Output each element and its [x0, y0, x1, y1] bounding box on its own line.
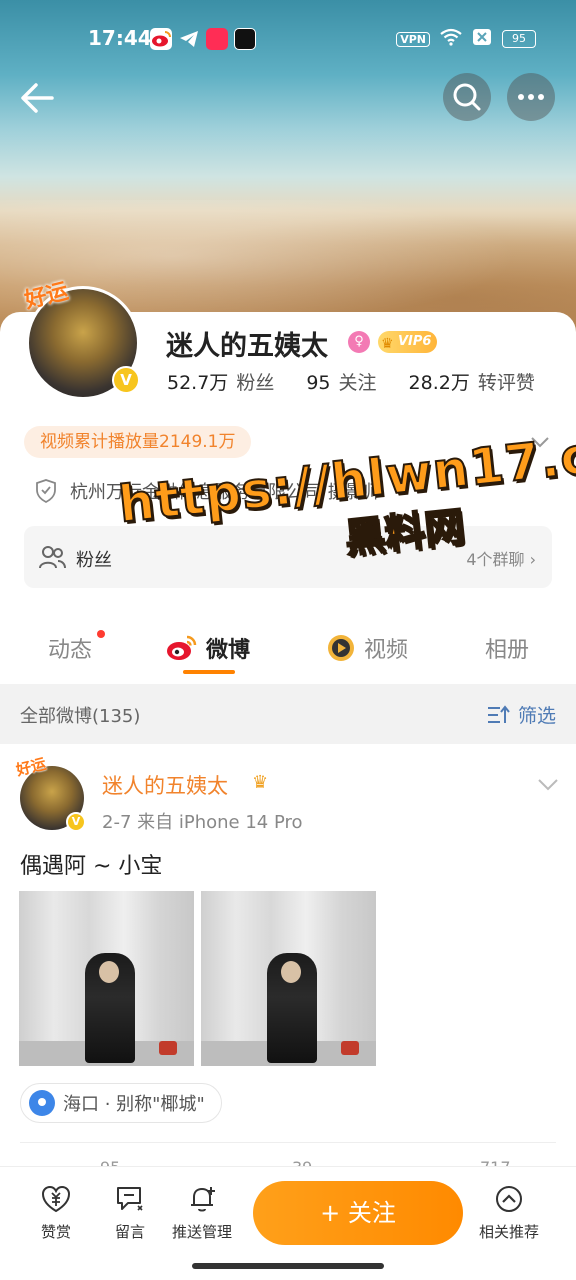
location-tag[interactable]: 海口 · 别称"椰城"	[20, 1083, 222, 1123]
post-author-avatar[interactable]: 好运 V	[14, 755, 86, 832]
post-photo-2[interactable]	[201, 891, 376, 1066]
chevron-right-icon: ›	[529, 550, 536, 569]
back-arrow-icon	[21, 83, 54, 113]
shield-check-icon	[36, 479, 56, 504]
chevron-down-icon	[538, 779, 558, 791]
related-recommend-button[interactable]: 相关推荐	[470, 1183, 548, 1242]
filter-icon	[487, 704, 510, 723]
push-settings-button[interactable]: 推送管理	[164, 1183, 240, 1242]
stat-following[interactable]: 95 关注	[306, 368, 376, 395]
profile-page: 17:44 VPN 95 好运 V 迷人的五姨太 ♀ ♛ VIP6 52.7万 …	[0, 0, 576, 1280]
crown-icon: ♛	[252, 772, 269, 793]
post-meta: 2-7 来自 iPhone 14 Pro	[102, 812, 303, 833]
divider	[20, 1142, 556, 1143]
filter-button[interactable]: 筛选	[486, 701, 556, 728]
bell-icon	[191, 1187, 215, 1212]
shopping-app-icon	[206, 28, 228, 50]
no-sim-icon	[472, 28, 492, 50]
tab-video[interactable]: 视频	[326, 632, 408, 664]
tab-activity[interactable]: 动态	[48, 632, 92, 664]
location-pin-icon	[29, 1090, 55, 1116]
verified-badge-icon: V	[66, 812, 86, 832]
dark-app-icon	[234, 28, 256, 50]
status-time: 17:44	[88, 26, 152, 50]
post-menu-button[interactable]	[536, 772, 560, 796]
reward-icon	[41, 1185, 71, 1213]
search-icon	[453, 83, 481, 111]
profile-tabs: 动态 微博 视频 相册	[0, 620, 576, 680]
message-icon	[117, 1187, 143, 1211]
verified-badge-icon: V	[112, 366, 140, 394]
post-text: 偶遇阿 ~ 小宝	[20, 854, 163, 879]
post-author-name[interactable]: 迷人的五姨太	[102, 770, 228, 800]
telegram-icon	[178, 28, 200, 50]
fan-group-label: 粉丝	[76, 550, 112, 571]
tab-weibo[interactable]: 微博	[166, 632, 250, 664]
weibo-logo-icon	[167, 635, 197, 660]
active-tab-indicator	[183, 670, 235, 674]
more-dots-icon	[518, 94, 544, 100]
posts-header: 全部微博(135) 筛选	[0, 684, 576, 744]
video-play-count: 视频累计播放量2149.1万	[24, 426, 252, 458]
vpn-indicator: VPN	[396, 31, 430, 47]
vip-badge[interactable]: ♛ VIP6	[378, 331, 438, 353]
crown-icon: ♛	[381, 336, 394, 352]
stat-fans[interactable]: 52.7万 粉丝	[167, 368, 274, 395]
video-play-icon	[328, 635, 354, 661]
all-posts-count: 全部微博(135)	[20, 706, 141, 727]
message-button[interactable]: 留言	[92, 1183, 168, 1242]
follow-button[interactable]: + 关注	[253, 1181, 463, 1245]
reward-button[interactable]: 赞赏	[18, 1183, 94, 1242]
profile-avatar[interactable]: 好运 V	[22, 279, 142, 400]
fans-group-icon	[39, 546, 66, 569]
profile-name: 迷人的五姨太	[166, 331, 328, 362]
avatar-tag: 好运	[14, 754, 48, 780]
more-button[interactable]	[507, 73, 555, 121]
weibo-app-icon	[150, 28, 172, 50]
home-indicator	[192, 1263, 384, 1269]
post-photo-1[interactable]	[19, 891, 194, 1066]
tab-album[interactable]: 相册	[485, 632, 529, 664]
search-button[interactable]	[443, 73, 491, 121]
profile-stats: 52.7万 粉丝 95 关注 28.2万 转评赞	[167, 368, 535, 395]
status-bar: 17:44 VPN 95	[0, 0, 576, 76]
female-gender-icon: ♀	[348, 331, 370, 353]
location-text: 海口 · 别称"椰城"	[63, 1094, 205, 1115]
stat-reposts-likes[interactable]: 28.2万 转评赞	[409, 368, 535, 395]
wifi-icon	[440, 28, 462, 50]
battery-indicator: 95	[502, 30, 536, 48]
bottom-action-bar: 赞赏 留言 推送管理 + 关注 相关推荐	[0, 1166, 576, 1280]
back-button[interactable]	[16, 76, 60, 120]
unread-dot	[97, 630, 105, 638]
chevron-up-circle-icon	[496, 1186, 522, 1212]
